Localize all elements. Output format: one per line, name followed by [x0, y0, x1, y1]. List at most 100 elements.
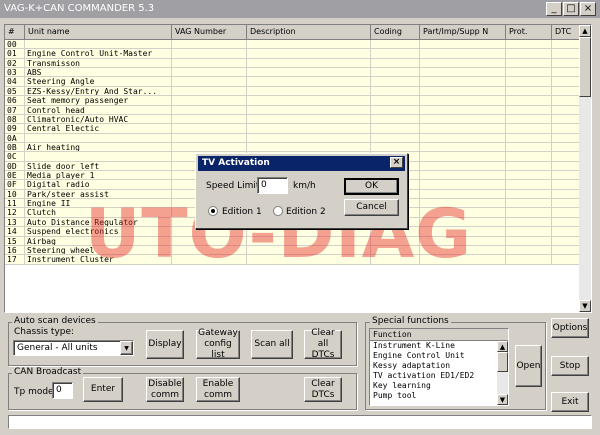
options-button[interactable]: Options — [551, 318, 589, 338]
chassis-type-select[interactable]: General - All units ▼ — [13, 340, 134, 356]
row-id-cell: 0D — [5, 161, 25, 172]
grid-cell — [420, 86, 506, 97]
row-id-cell: 0F — [5, 180, 25, 190]
scan-all-button[interactable]: Scan all — [251, 330, 293, 359]
speed-limit-label: Speed Limit: — [206, 181, 263, 191]
exit-button[interactable]: Exit — [551, 392, 589, 412]
open-button[interactable]: Open — [515, 345, 542, 387]
grid-cell — [506, 86, 552, 97]
grid-cell — [247, 58, 371, 69]
maximize-button[interactable]: □ — [563, 2, 579, 16]
grid-cell — [371, 58, 420, 69]
table-row[interactable]: 09 Central Electic — [5, 124, 580, 134]
enable-comm-button[interactable]: Enable comm — [196, 377, 240, 402]
row-id-cell: 12 — [5, 208, 25, 218]
ok-button[interactable]: OK — [344, 178, 399, 195]
table-row[interactable]: 04 Steering Angle — [5, 77, 580, 87]
grid-cell — [506, 189, 552, 200]
list-item[interactable]: Kessy adaptation — [370, 361, 508, 371]
col-header-part[interactable]: Part/Imp/Supp N — [420, 25, 506, 40]
col-header-description[interactable]: Description — [247, 25, 371, 40]
grid-cell — [420, 96, 506, 106]
grid-cell — [552, 171, 580, 181]
col-header-num[interactable]: # — [5, 25, 25, 40]
function-list-scrollbar[interactable]: ▲ ▼ — [497, 341, 508, 405]
grid-cell — [506, 199, 552, 209]
grid-cell — [506, 255, 552, 265]
table-row[interactable]: 06 Seat memory passenger — [5, 96, 580, 106]
col-header-coding[interactable]: Coding — [371, 25, 420, 40]
col-header-prot[interactable]: Prot. — [506, 25, 552, 40]
unit-name-cell: Digital radio — [25, 180, 172, 190]
close-window-button[interactable]: × — [580, 2, 596, 16]
grid-cell — [552, 189, 580, 200]
row-id-cell: 10 — [5, 189, 25, 200]
gateway-config-button[interactable]: Gateway config list — [196, 328, 240, 360]
scroll-up-button[interactable]: ▲ — [579, 25, 591, 37]
row-id-cell: 03 — [5, 68, 25, 78]
col-header-unit-name[interactable]: Unit name — [25, 25, 172, 40]
grid-cell — [506, 68, 552, 78]
function-scroll-down[interactable]: ▼ — [497, 394, 508, 405]
col-header-vag-number[interactable]: VAG Number — [172, 25, 247, 40]
minimize-button[interactable]: _ — [546, 2, 562, 16]
table-row[interactable]: 01 Engine Control Unit-Master — [5, 49, 580, 59]
grid-cell — [371, 49, 420, 59]
edition-2-radio[interactable] — [273, 206, 283, 216]
grid-cell — [552, 40, 580, 50]
row-id-cell: 07 — [5, 105, 25, 115]
table-row[interactable]: 08 Climatronic/Auto HVAC — [5, 114, 580, 125]
table-row[interactable]: 02 Transmisson — [5, 58, 580, 69]
dialog-close-button[interactable]: × — [390, 157, 403, 168]
cancel-button[interactable]: Cancel — [344, 199, 399, 216]
table-row[interactable]: 07 Control head — [5, 105, 580, 115]
grid-cell — [247, 96, 371, 106]
col-header-dtc[interactable]: DTC — [552, 25, 580, 40]
grid-cell — [172, 40, 247, 50]
special-functions-list[interactable]: Function Instrument K-Line Engine Control… — [369, 328, 509, 406]
grid-cell — [172, 105, 247, 115]
list-item[interactable]: TV activation ED1/ED2 — [370, 371, 508, 381]
edition-2-label: Edition 2 — [286, 207, 326, 217]
list-item[interactable]: Instrument K-Line — [370, 341, 508, 351]
row-id-cell: 13 — [5, 217, 25, 228]
list-item[interactable]: Engine Control Unit — [370, 351, 508, 361]
grid-cell — [172, 124, 247, 134]
table-row[interactable]: 0A — [5, 133, 580, 143]
list-item[interactable]: Pump tool — [370, 391, 508, 401]
unit-name-cell: Transmisson — [25, 58, 172, 69]
grid-cell — [506, 227, 552, 237]
grid-cell — [552, 199, 580, 209]
grid-cell — [420, 171, 506, 181]
disable-comm-button[interactable]: Disable comm — [146, 377, 184, 402]
grid-cell — [552, 114, 580, 125]
scroll-down-button[interactable]: ▼ — [579, 300, 591, 312]
row-id-cell: 0E — [5, 171, 25, 181]
clear-dtcs-button[interactable]: Clear DTCs — [304, 377, 342, 402]
edition-1-radio[interactable] — [208, 206, 218, 216]
tp-mode-input[interactable]: 0 — [52, 382, 73, 399]
grid-cell — [420, 105, 506, 115]
list-item[interactable]: Key learning — [370, 381, 508, 391]
table-row[interactable]: 00 — [5, 40, 580, 50]
grid-cell — [552, 152, 580, 162]
special-functions-title: Special functions — [370, 316, 451, 326]
function-scroll-up[interactable]: ▲ — [497, 341, 508, 352]
display-button[interactable]: Display — [146, 330, 184, 359]
chevron-down-icon[interactable]: ▼ — [120, 341, 133, 355]
table-row[interactable]: 0B Air heating — [5, 142, 580, 153]
enter-button[interactable]: Enter — [83, 377, 123, 402]
table-row[interactable]: 03 ABS — [5, 68, 580, 78]
auto-scan-title: Auto scan devices — [12, 316, 98, 326]
clear-all-dtcs-button[interactable]: Clear all DTCs — [304, 328, 342, 360]
speed-limit-input[interactable]: 0 — [257, 177, 288, 194]
function-scroll-thumb[interactable] — [497, 352, 508, 372]
unit-name-cell — [25, 152, 172, 162]
grid-scrollbar[interactable]: ▲ ▼ — [579, 25, 591, 312]
stop-button[interactable]: Stop — [551, 356, 589, 376]
grid-cell — [506, 236, 552, 246]
table-row[interactable]: 05 EZS-Kessy/Entry And Star... — [5, 86, 580, 97]
grid-cell — [172, 96, 247, 106]
scroll-thumb[interactable] — [579, 37, 591, 97]
grid-cell — [506, 40, 552, 50]
